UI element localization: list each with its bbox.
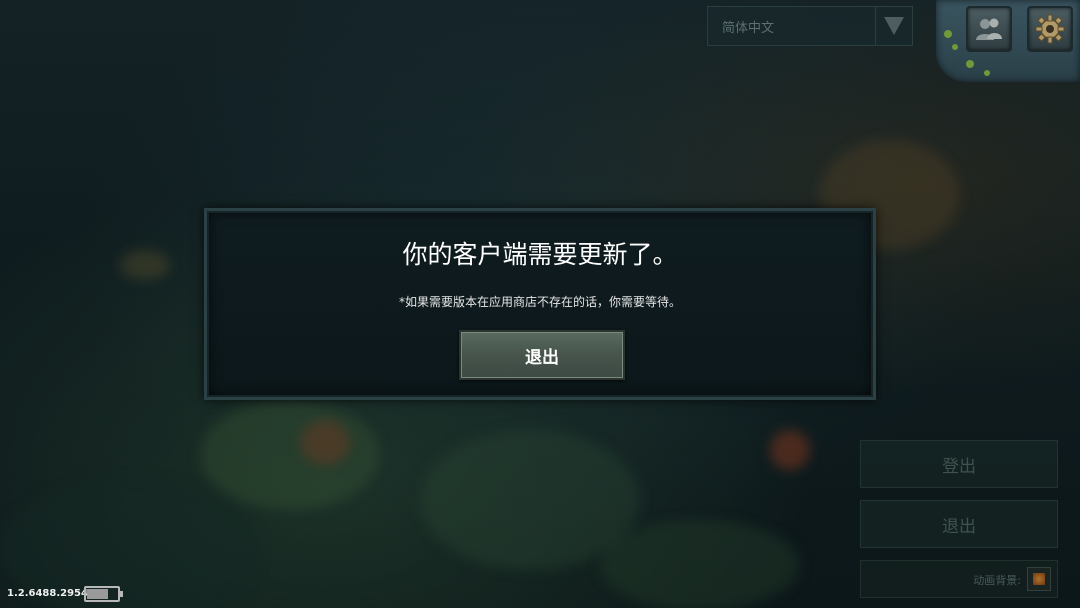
friends-button[interactable] (966, 6, 1012, 52)
language-select-value: 简体中文 (722, 20, 775, 36)
animated-background-label: 动画背景: (973, 574, 1021, 587)
language-select-toggle[interactable] (875, 7, 912, 45)
checkbox-check-icon (1033, 573, 1045, 585)
vine-decoration (966, 60, 974, 68)
language-select[interactable]: 简体中文 (707, 6, 913, 46)
animated-background-checkbox[interactable] (1027, 567, 1051, 591)
vine-decoration (952, 44, 958, 50)
background-foliage (200, 400, 380, 510)
background-mushroom (300, 420, 350, 465)
friends-icon (976, 18, 1002, 40)
exit-button[interactable]: 退出 (459, 330, 625, 380)
update-required-dialog: 你的客户端需要更新了。 *如果需要版本在应用商店不存在的话，你需要等待。 退出 (204, 208, 876, 400)
battery-level (87, 589, 108, 599)
dialog-title: 你的客户端需要更新了。 (402, 240, 678, 269)
battery-icon (84, 586, 120, 602)
background-light (120, 250, 170, 280)
chevron-down-icon (884, 17, 904, 35)
version-label: 1.2.6488.29542 (7, 588, 95, 599)
battery-tip (120, 591, 123, 597)
animated-background-row: 动画背景: (860, 560, 1058, 598)
gear-icon (1035, 14, 1065, 44)
logout-button[interactable]: 登出 (860, 440, 1058, 488)
vine-decoration (944, 30, 952, 38)
settings-button[interactable] (1027, 6, 1073, 52)
vine-decoration (984, 70, 990, 76)
dialog-note: *如果需要版本在应用商店不存在的话，你需要等待。 (398, 295, 681, 309)
quit-button[interactable]: 退出 (860, 500, 1058, 548)
background-mushroom (770, 430, 810, 470)
background-foliage (600, 520, 800, 608)
